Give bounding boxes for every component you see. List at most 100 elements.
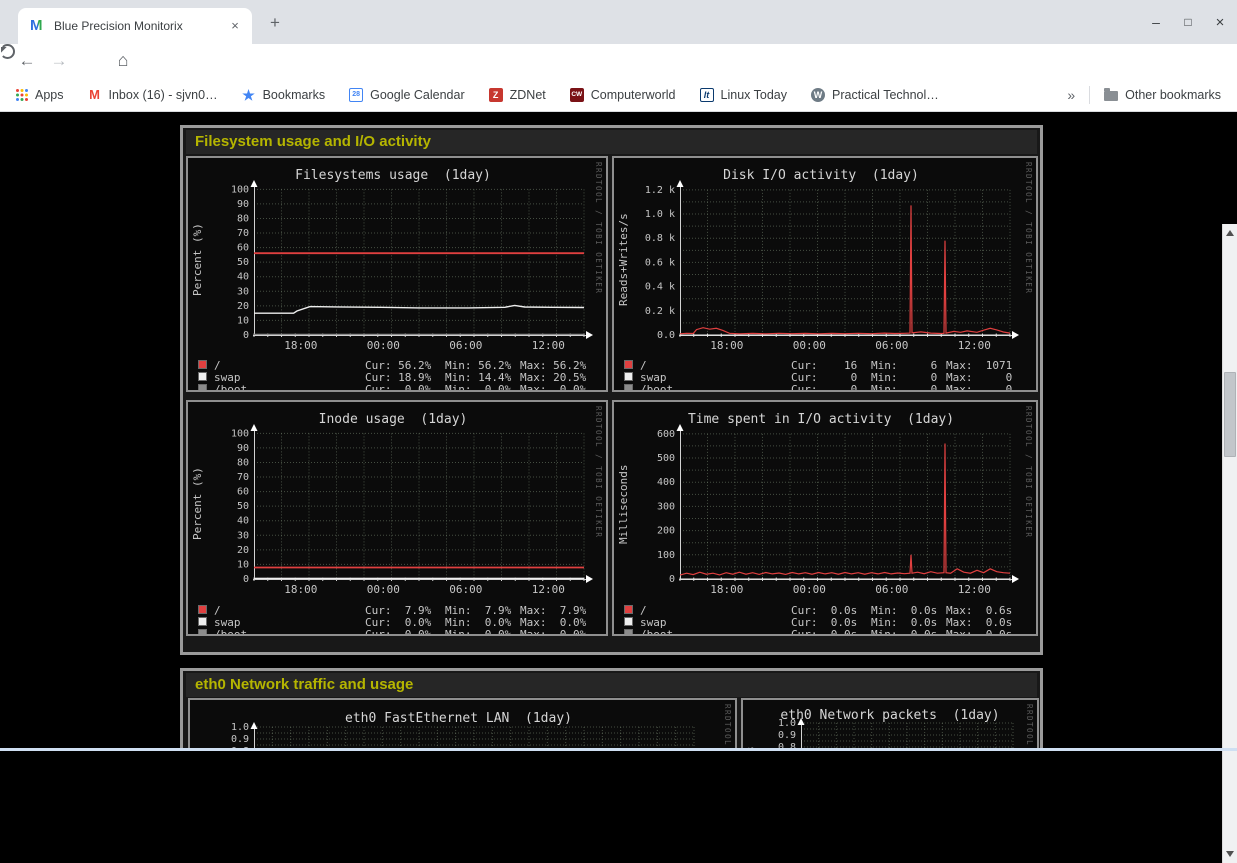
legend-swatch: [624, 617, 633, 626]
svg-text:30: 30: [237, 530, 249, 541]
rrdtool-watermark: RRDTOOL / TOBI OETIKER: [594, 162, 603, 294]
svg-text:18:00: 18:00: [284, 339, 317, 352]
rrdtool-watermark: RRDTOOL / TOBI OETIKER: [723, 704, 732, 751]
scrollbar-up-icon[interactable]: [1226, 230, 1234, 236]
bookmark-inbox[interactable]: M Inbox (16) - sjvn0…: [88, 88, 218, 102]
legend-row: /boot Cur: 0.0s Min: 0.0s Max: 0.0s: [614, 628, 1036, 636]
legend-swatch: [624, 629, 633, 636]
graph-title: eth0 FastEthernet LAN (1day): [208, 711, 709, 726]
legend-swatch: [624, 384, 633, 392]
new-tab-button[interactable]: +: [264, 12, 286, 34]
legend-max: Max: 0.0%: [520, 628, 586, 636]
monitorix-page: Filesystem usage and I/O activity 010203…: [0, 112, 1237, 751]
forward-button[interactable]: →: [45, 47, 73, 75]
graph-legend: /Cur: 0.0sMin: 0.0sMax: 0.6sswapCur: 0.0…: [614, 604, 1036, 636]
window-minimize-button[interactable]: –: [1144, 12, 1168, 34]
section-filesystem: Filesystem usage and I/O activity 010203…: [180, 125, 1043, 655]
svg-text:200: 200: [657, 526, 675, 537]
graph-panel-eth0-traffic: 1.00.90.80.70.60.50.40.30.20.10.0 eth0 F…: [188, 698, 737, 751]
legend-swatch: [624, 605, 633, 614]
svg-text:90: 90: [237, 199, 249, 210]
window-close-button[interactable]: ×: [1208, 12, 1232, 34]
browser-toolbar: ← → ⌂ i localhost:8080/monitorix-cgi/mon…: [0, 44, 1237, 78]
svg-text:0.6 k: 0.6 k: [645, 257, 675, 268]
legend-row: swapCur: 0Min: 0Max: 0: [614, 371, 1036, 383]
legend-label: /boot: [640, 383, 673, 392]
svg-text:20: 20: [237, 301, 249, 312]
legend-max: Max: 0: [946, 383, 1012, 392]
svg-text:06:00: 06:00: [449, 583, 482, 596]
svg-text:10: 10: [237, 315, 249, 326]
graph-ylabel: Percent (%): [191, 429, 204, 579]
legend-swatch: [198, 384, 207, 392]
bookmark-practical-technology[interactable]: W Practical Technol…: [811, 88, 939, 102]
bookmarks-separator: [1089, 86, 1090, 104]
graph-title: Time spent in I/O activity (1day): [632, 412, 1010, 427]
graph-plot: 010020030040050060018:0000:0006:0012:00: [614, 402, 1036, 634]
svg-text:100: 100: [231, 428, 249, 439]
tab-close-icon[interactable]: ×: [226, 17, 244, 35]
graph-panel-time-io: 010020030040050060018:0000:0006:0012:00 …: [612, 400, 1038, 636]
legend-row: swapCur: 0.0sMin: 0.0sMax: 0.0s: [614, 616, 1036, 628]
graph-plot: 010203040506070809010018:0000:0006:0012:…: [188, 402, 606, 634]
graph-title: Filesystems usage (1day): [206, 168, 580, 183]
legend-min: Min: 0: [871, 383, 937, 392]
svg-text:0: 0: [243, 574, 249, 585]
monitorix-favicon: M: [30, 18, 46, 34]
svg-text:300: 300: [657, 501, 675, 512]
legend-row: swapCur: 0.0%Min: 0.0%Max: 0.0%: [188, 616, 606, 628]
back-button[interactable]: ←: [13, 47, 41, 75]
svg-text:0.9: 0.9: [231, 734, 249, 745]
graph-ylabel: Milliseconds: [617, 429, 630, 579]
svg-text:600: 600: [657, 429, 675, 440]
svg-text:500: 500: [657, 453, 675, 464]
page-scrollbar[interactable]: [1222, 224, 1237, 863]
legend-cur: Cur: 0.0s: [791, 628, 857, 636]
legend-label: /boot: [640, 628, 673, 636]
scrollbar-down-icon[interactable]: [1226, 851, 1234, 857]
svg-text:06:00: 06:00: [875, 583, 908, 596]
svg-text:12:00: 12:00: [958, 339, 991, 352]
gmail-icon: M: [88, 88, 102, 102]
svg-text:100: 100: [657, 550, 675, 561]
graph-ylabel: Percent (%): [191, 185, 204, 335]
svg-text:0: 0: [669, 574, 675, 585]
bookmark-bookmarks[interactable]: ★ Bookmarks: [242, 88, 326, 102]
section-header: eth0 Network traffic and usage: [186, 673, 1037, 697]
svg-text:400: 400: [657, 477, 675, 488]
section-eth0-network: eth0 Network traffic and usage 1.00.90.8…: [180, 668, 1043, 751]
legend-row: swapCur: 18.9%Min: 14.4%Max: 20.5%: [188, 371, 606, 383]
svg-text:0.4 k: 0.4 k: [645, 282, 675, 293]
svg-text:80: 80: [237, 457, 249, 468]
legend-swatch: [198, 360, 207, 369]
graph-panel-inode-usage: 010203040506070809010018:0000:0006:0012:…: [186, 400, 608, 636]
legend-swatch: [198, 617, 207, 626]
legend-row: /bootCur: 0.0%Min: 0.0%Max: 0.0%: [188, 383, 606, 392]
graph-panel-eth0-packets: 1.00.90.80.70.60.50.40.30.20.10.0 eth0 N…: [741, 698, 1039, 751]
legend-swatch: [198, 372, 207, 381]
bookmark-apps[interactable]: Apps: [16, 88, 64, 102]
computerworld-icon: CW: [570, 88, 584, 102]
bookmark-computerworld[interactable]: CW Computerworld: [570, 88, 676, 102]
bookmarks-overflow-icon[interactable]: »: [1067, 87, 1075, 103]
browser-tab[interactable]: M Blue Precision Monitorix ×: [18, 8, 252, 44]
svg-text:00:00: 00:00: [367, 583, 400, 596]
legend-max: Max: 0.0s: [946, 628, 1012, 636]
graph-panel-disk-io: 0.00.2 k0.4 k0.6 k0.8 k1.0 k1.2 k18:0000…: [612, 156, 1038, 392]
graph-title: eth0 Network packets (1day): [761, 708, 1019, 723]
rrdtool-watermark: RRDTOOL / TOBI OETIKER: [1024, 162, 1033, 294]
bookmark-linux-today[interactable]: lt Linux Today: [700, 88, 788, 102]
legend-min: Min: 0.0s: [871, 628, 937, 636]
bookmark-google-calendar[interactable]: 28 Google Calendar: [349, 88, 465, 102]
svg-text:0.9: 0.9: [778, 730, 796, 741]
svg-text:06:00: 06:00: [875, 339, 908, 352]
scrollbar-thumb[interactable]: [1224, 372, 1236, 457]
bookmark-zdnet[interactable]: Z ZDNet: [489, 88, 546, 102]
home-button[interactable]: ⌂: [109, 47, 137, 75]
window-maximize-button[interactable]: □: [1176, 12, 1200, 34]
other-bookmarks[interactable]: Other bookmarks: [1104, 88, 1221, 102]
legend-row: /Cur: 7.9%Min: 7.9%Max: 7.9%: [188, 604, 606, 616]
legend-cur: Cur: 0.0%: [365, 628, 431, 636]
legend-row: /Cur: 0.0sMin: 0.0sMax: 0.6s: [614, 604, 1036, 616]
svg-text:00:00: 00:00: [367, 339, 400, 352]
